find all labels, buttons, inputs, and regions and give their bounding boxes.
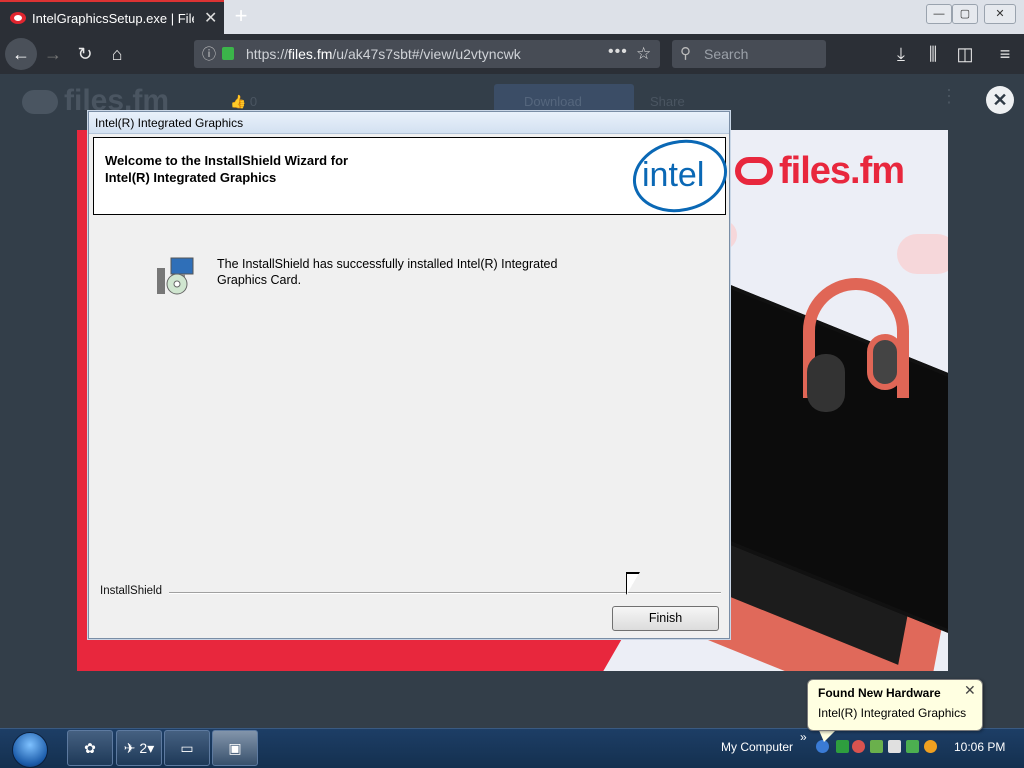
page-actions-icon[interactable]: ••• [608,38,628,66]
search-icon: ⚲ [680,45,691,62]
ad-brand-logo: files.fm [735,150,905,193]
found-new-hardware-balloon[interactable]: Found New Hardware Intel(R) Integrated G… [807,679,983,731]
cloud-shape [897,234,948,274]
toolbar-chevron-icon[interactable]: » [800,730,807,744]
url-text: https://files.fm/u/ak47s7sbt#/view/u2vty… [246,46,521,62]
dialog-header: Welcome to the InstallShield Wizard for … [93,137,728,215]
back-button[interactable]: ← [5,38,37,70]
message-line-1: The InstallShield has successfully insta… [217,257,558,271]
start-button[interactable] [12,732,48,768]
site-info-icon[interactable]: ⓘ [202,40,216,68]
browser-tab-bar: IntelGraphicsSetup.exe | Files.fm ✕ + — … [0,0,1024,34]
bookmark-star-icon[interactable]: ☆ [636,40,651,68]
computer-icon: ▭ [180,740,194,756]
downloads-icon[interactable]: ⤓ [886,34,916,74]
tab-title: IntelGraphicsSetup.exe | Files.fm [32,10,194,26]
menu-icon[interactable]: ≡ [990,34,1020,74]
like-count[interactable]: 👍 0 [230,94,257,110]
heading-line-2: Intel(R) Integrated Graphics [105,170,277,185]
group-count: 2 [139,740,148,756]
tray-s-icon[interactable] [888,740,901,753]
browser-tab[interactable]: IntelGraphicsSetup.exe | Files.fm ✕ [0,0,224,34]
media-icon: ✿ [84,740,96,756]
intel-logo-icon: intel [632,139,728,213]
more-options-icon[interactable]: ⋮ [940,87,958,105]
close-overlay-button[interactable]: ✕ [986,86,1014,114]
taskbar-computer-button[interactable]: ▭ [164,730,210,766]
tray-tools-icon[interactable] [870,740,883,753]
message-line-2: Graphics Card. [217,273,302,287]
address-bar[interactable]: ⓘ https://files.fm/u/ak47s7sbt#/view/u2v… [194,40,660,68]
forward-button[interactable]: → [38,34,68,74]
balloon-title: Found New Hardware [818,686,941,700]
installshield-label: InstallShield [100,585,167,597]
taskbar-folder-group-button[interactable]: ✈ 2▾ [116,730,162,766]
clock[interactable]: 10:06 PM [954,740,1005,754]
share-button[interactable]: Share [650,94,685,109]
installshield-dialog: Intel(R) Integrated Graphics Welcome to … [88,111,730,639]
dialog-heading: Welcome to the InstallShield Wizard for … [105,152,348,186]
tray-display-icon[interactable] [906,740,919,753]
folder-group-icon: ✈ [123,740,136,756]
install-success-message: The InstallShield has successfully insta… [217,256,597,288]
tray-search-icon[interactable] [924,740,937,753]
balloon-text: Intel(R) Integrated Graphics [818,706,967,720]
sidebar-icon[interactable]: ◫ [950,34,980,74]
finish-button[interactable]: Finish [612,606,719,631]
installer-icon: ▣ [228,740,242,756]
files-fm-favicon-icon [10,12,26,24]
new-tab-button[interactable]: + [230,4,252,28]
maximize-button[interactable]: ▢ [952,4,978,24]
close-window-button[interactable]: ✕ [984,4,1016,24]
home-button[interactable]: ⌂ [102,34,132,74]
library-icon[interactable]: ⫼ [918,34,948,74]
installer-computer-cd-icon [157,257,194,295]
heading-line-1: Welcome to the InstallShield Wizard for [105,153,349,168]
taskbar-installer-button[interactable]: ▣ [212,730,258,766]
tray-media-icon[interactable] [852,740,865,753]
reload-button[interactable]: ↻ [70,34,100,74]
mouse-cursor-icon [627,574,639,594]
minimize-button[interactable]: — [926,4,952,24]
taskbar-media-button[interactable]: ✿ [67,730,113,766]
my-computer-toolbar[interactable]: My Computer [721,740,793,754]
headphone-right-cup-image [867,334,903,390]
search-input[interactable]: ⚲ Search [672,40,826,68]
lock-icon [222,47,234,60]
tab-close-icon[interactable]: ✕ [204,8,217,28]
balloon-close-icon[interactable]: ✕ [964,682,976,699]
headphone-left-cup-image [807,354,845,412]
dialog-title: Intel(R) Integrated Graphics [89,112,729,134]
intel-logo-text: intel [642,156,704,194]
